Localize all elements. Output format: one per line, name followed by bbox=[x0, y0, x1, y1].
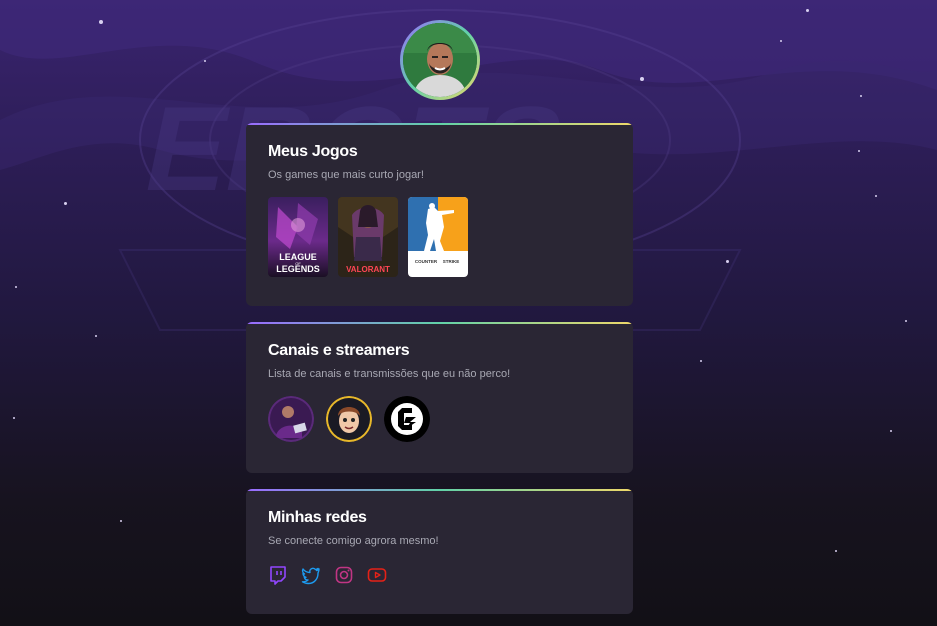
valorant-logo: VALORANT bbox=[346, 265, 390, 274]
channels-list bbox=[268, 396, 611, 442]
lol-logo-line3: LEGENDS bbox=[276, 264, 320, 274]
games-subtitle: Os games que mais curto jogar! bbox=[268, 169, 424, 181]
game-counter-strike[interactable]: COUNTER STRIKE bbox=[408, 197, 468, 277]
cs-logo-right: STRIKE bbox=[443, 259, 460, 264]
instagram-icon bbox=[335, 566, 353, 584]
channels-subtitle: Lista de canais e transmissões que eu nã… bbox=[268, 368, 511, 380]
youtube-icon bbox=[367, 568, 387, 582]
profile-avatar[interactable] bbox=[400, 20, 480, 100]
channels-card: Canais e streamers Lista de canais e tra… bbox=[246, 322, 633, 473]
games-title: Meus Jogos bbox=[268, 143, 358, 160]
streamer-avatar-2-icon bbox=[326, 396, 372, 442]
youtube-link[interactable] bbox=[367, 565, 387, 585]
social-subtitle: Se conecte comigo agrora mesmo! bbox=[268, 535, 439, 547]
twitter-icon bbox=[301, 567, 320, 585]
social-links bbox=[268, 565, 611, 585]
channel-avatar-2[interactable] bbox=[326, 396, 372, 442]
person-avatar-icon bbox=[403, 23, 477, 97]
games-card: Meus Jogos Os games que mais curto jogar… bbox=[246, 123, 633, 306]
channel-avatar-3[interactable] bbox=[384, 396, 430, 442]
channel-avatar-1[interactable] bbox=[268, 396, 314, 442]
twitter-link[interactable] bbox=[301, 565, 321, 585]
twitch-icon bbox=[270, 566, 286, 585]
social-card: Minhas redes Se conecte comigo agrora me… bbox=[246, 489, 633, 614]
game-valorant[interactable]: VALORANT bbox=[338, 197, 398, 277]
streamer-avatar-1-icon bbox=[268, 396, 314, 442]
channels-title: Canais e streamers bbox=[268, 342, 410, 359]
game-league-of-legends[interactable]: LEAGUE OF LEGENDS bbox=[268, 197, 328, 277]
twitch-link[interactable] bbox=[268, 565, 288, 585]
social-title: Minhas redes bbox=[268, 509, 367, 526]
cs-logo-left: COUNTER bbox=[415, 259, 438, 264]
streamer-avatar-3-icon bbox=[384, 396, 430, 442]
instagram-link[interactable] bbox=[334, 565, 354, 585]
games-list: LEAGUE OF LEGENDS VALORANT COUNTER STRIK… bbox=[268, 197, 611, 277]
